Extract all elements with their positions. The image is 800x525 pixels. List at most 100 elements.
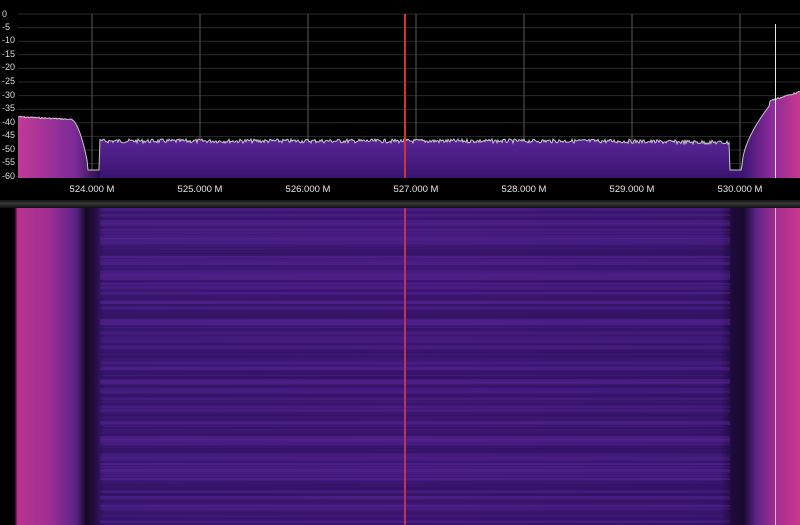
waterfall-row [100, 382, 730, 384]
waterfall-row [100, 391, 730, 393]
waterfall-row [100, 298, 730, 301]
tuning-marker[interactable] [404, 14, 406, 178]
waterfall-row [100, 301, 730, 304]
waterfall-row [100, 472, 730, 474]
db-label-10: -10 [2, 35, 16, 45]
waterfall-row [100, 310, 730, 313]
waterfall-row [100, 253, 730, 256]
waterfall-row [100, 265, 730, 267]
waterfall-row [100, 460, 730, 463]
waterfall-row [100, 454, 730, 457]
waterfall-row [100, 385, 730, 388]
db-label-25: -25 [2, 76, 16, 86]
freq-label-526: 526.000 M [285, 184, 331, 195]
waterfall-row [100, 229, 730, 231]
waterfall-row [100, 325, 730, 327]
waterfall-row [100, 403, 730, 405]
waterfall-row [100, 466, 730, 468]
waterfall-row [100, 364, 730, 366]
waterfall-row [100, 373, 730, 375]
waterfall-canvas [0, 208, 800, 525]
waterfall-row [100, 370, 730, 373]
db-label-40: -40 [2, 117, 16, 127]
waterfall-row [100, 238, 730, 241]
db-label-50: -50 [2, 144, 16, 154]
waterfall-bookmark-line [775, 208, 776, 525]
freq-label-524: 524.000 M [69, 184, 115, 195]
waterfall-row [100, 514, 730, 516]
waterfall-row [100, 217, 730, 220]
db-label-15: -15 [2, 49, 16, 59]
waterfall-row [100, 439, 730, 442]
waterfall-row [100, 508, 730, 510]
fft-spectrum-panel[interactable]: 0 -5 -10 -15 -20 -25 -30 -35 -40 -45 -50… [0, 0, 800, 200]
waterfall-row [100, 283, 730, 285]
waterfall-row [100, 322, 730, 325]
db-label-20: -20 [2, 62, 16, 72]
waterfall-row [100, 226, 730, 228]
waterfall-row [100, 274, 730, 277]
waterfall-row [100, 397, 730, 400]
waterfall-row [100, 277, 730, 280]
db-label-60: -60 [2, 171, 16, 181]
db-label-35: -35 [2, 103, 16, 113]
spectrum-plot[interactable] [0, 0, 800, 200]
waterfall-row [100, 520, 730, 523]
waterfall-row [100, 268, 730, 270]
panel-splitter[interactable] [0, 200, 800, 208]
waterfall-row [100, 448, 730, 451]
waterfall-display[interactable] [0, 208, 800, 525]
waterfall-row [100, 319, 730, 322]
waterfall-row [100, 433, 730, 436]
waterfall-row [100, 259, 730, 262]
waterfall-row [100, 475, 730, 477]
waterfall-row [100, 388, 730, 391]
waterfall-row [100, 451, 730, 453]
waterfall-row [100, 352, 730, 354]
waterfall-row [100, 511, 730, 514]
db-label-45: -45 [2, 130, 16, 140]
spectrum-fill [18, 91, 800, 178]
freq-label-529: 529.000 M [609, 184, 655, 195]
db-label-5: -5 [2, 22, 11, 32]
waterfall-row [100, 307, 730, 309]
waterfall-row [100, 292, 730, 294]
waterfall-row [100, 343, 730, 345]
freq-label-527: 527.000 M [393, 184, 439, 195]
waterfall-row [100, 232, 730, 234]
waterfall-row [100, 223, 730, 226]
waterfall-row [100, 262, 730, 265]
freq-label-530: 530.000 M [717, 184, 763, 195]
waterfall-tuning-line [404, 208, 406, 525]
freq-label-525: 525.000 M [177, 184, 223, 195]
waterfall-row [100, 478, 730, 480]
waterfall-row [100, 400, 730, 402]
waterfall-row [100, 337, 730, 340]
waterfall-row [100, 256, 730, 258]
waterfall-row [100, 271, 730, 274]
spectrum-fill-segment [100, 139, 742, 178]
waterfall-row [100, 280, 730, 282]
waterfall-row [100, 505, 730, 507]
waterfall-row [100, 493, 730, 496]
waterfall-row [100, 484, 730, 487]
bookmark-marker [775, 24, 776, 178]
waterfall-row [100, 427, 730, 429]
db-label-30: -30 [2, 90, 16, 100]
waterfall-row [100, 430, 730, 433]
waterfall-row [100, 481, 730, 484]
waterfall-row [100, 406, 730, 408]
waterfall-row [100, 463, 730, 465]
freq-label-528: 528.000 M [501, 184, 547, 195]
waterfall-row [100, 424, 730, 426]
waterfall-row [100, 502, 730, 504]
waterfall-row [100, 214, 730, 216]
waterfall-row [100, 490, 730, 493]
waterfall-row [100, 304, 730, 306]
waterfall-row [100, 334, 730, 336]
db-label-0: 0 [2, 9, 8, 19]
waterfall-row [100, 355, 730, 358]
waterfall-row [100, 415, 730, 417]
waterfall-row [100, 208, 730, 211]
waterfall-row [100, 469, 730, 472]
